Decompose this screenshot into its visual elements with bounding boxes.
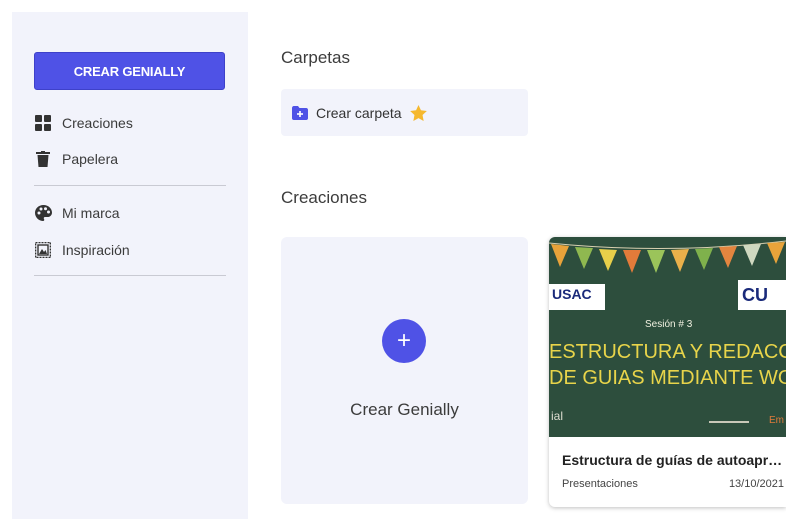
folders-title: Carpetas: [281, 48, 350, 67]
sidebar-item-mi-marca[interactable]: Mi marca: [34, 202, 120, 224]
create-genially-button[interactable]: CREAR GENIALLY: [34, 52, 225, 90]
create-folder-label: Crear carpeta: [316, 104, 402, 121]
sidebar-divider: [34, 185, 226, 186]
sidebar-item-creaciones[interactable]: Creaciones: [34, 112, 133, 134]
chalk-line: [709, 421, 749, 423]
creation-card[interactable]: USAC CU Sesión # 3 ESTRUCTURA Y REDACCIÓ…: [549, 237, 786, 507]
palette-icon: [34, 204, 52, 222]
sidebar: CREAR GENIALLY Creaciones Papelera Mi ma…: [12, 12, 248, 519]
sidebar-item-inspiracion[interactable]: Inspiración: [34, 239, 130, 261]
creations-title: Creaciones: [281, 188, 367, 207]
thumb-bottom-left: ial: [551, 409, 564, 423]
plus-icon: +: [382, 319, 426, 363]
thumb-bottom-right: Em: [769, 415, 784, 426]
creation-date: 13/10/2021: [728, 478, 784, 490]
thumb-line-1: ESTRUCTURA Y REDACCIÓ: [549, 341, 786, 363]
star-icon: [409, 104, 427, 121]
creation-type: Presentaciones: [562, 478, 638, 490]
folder-plus-icon: [292, 105, 308, 120]
creation-thumbnail: USAC CU Sesión # 3 ESTRUCTURA Y REDACCIÓ…: [549, 237, 786, 437]
sidebar-item-label: Inspiración: [62, 242, 130, 258]
usac-logo: USAC: [549, 284, 605, 310]
cu-logo: CU: [738, 280, 786, 310]
session-label: Sesión # 3: [645, 319, 693, 330]
sidebar-divider: [34, 275, 226, 276]
new-genially-label: Crear Genially: [350, 400, 459, 419]
sidebar-item-papelera[interactable]: Papelera: [34, 148, 118, 170]
frame-icon: [34, 241, 52, 259]
grid-icon: [34, 114, 52, 132]
new-genially-card[interactable]: + Crear Genially: [281, 237, 528, 504]
create-folder-button[interactable]: Crear carpeta: [281, 89, 528, 136]
creation-title: Estructura de guías de autoapr…: [562, 452, 783, 468]
sidebar-item-label: Papelera: [62, 151, 119, 167]
sidebar-item-label: Creaciones: [62, 115, 133, 131]
thumb-line-2: DE GUIAS MEDIANTE WOR: [549, 367, 786, 389]
sidebar-item-label: Mi marca: [62, 205, 120, 221]
trash-icon: [34, 150, 52, 168]
